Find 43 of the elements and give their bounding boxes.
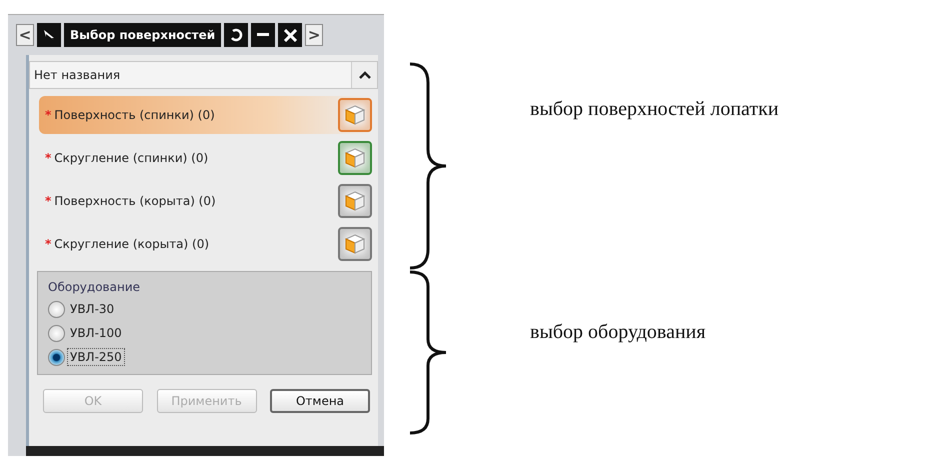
chevron-icon <box>358 71 370 79</box>
previous-button[interactable]: < <box>16 24 34 46</box>
collapse-button[interactable] <box>351 62 377 88</box>
section-title: Нет названия <box>34 68 120 82</box>
close-button[interactable] <box>278 23 302 47</box>
radio-button[interactable] <box>48 324 65 342</box>
select-object-button[interactable] <box>338 98 372 132</box>
close-icon <box>284 28 297 42</box>
select-object-button[interactable] <box>338 227 372 261</box>
group-title: Оборудование <box>48 280 141 294</box>
radio-label: УВЛ-250 <box>67 348 125 366</box>
radio-option[interactable]: УВЛ-30 <box>48 300 363 318</box>
cube-icon <box>344 104 366 126</box>
window-title: Выбор поверхностей <box>64 23 222 47</box>
arrow-icon <box>43 29 55 41</box>
next-button[interactable]: > <box>305 24 324 46</box>
selection-row[interactable]: * Скругление (спинки) (0) <box>39 139 372 177</box>
cube-icon <box>344 190 366 212</box>
minus-icon <box>257 33 270 37</box>
select-object-button[interactable] <box>338 184 372 218</box>
selection-label: * Скругление (корыта) (0) <box>45 237 210 251</box>
radio-option[interactable]: УВЛ-250 <box>48 348 363 366</box>
annotation-text: выбор поверхностей лопатки <box>530 98 779 121</box>
radio-label: УВЛ-30 <box>69 301 116 318</box>
selection-row[interactable]: * Поверхность (спинки) (0) <box>39 96 372 134</box>
annotation-text: выбор оборудования <box>530 321 707 344</box>
reset-button[interactable] <box>224 23 248 47</box>
rotate-icon <box>229 28 244 42</box>
radio-label: УВЛ-100 <box>69 325 123 342</box>
dialog-button[interactable]: Отмена <box>270 389 370 413</box>
minimize-button[interactable] <box>251 23 276 47</box>
selection-label: * Поверхность (корыта) (0) <box>45 194 216 208</box>
cube-icon <box>344 147 366 169</box>
cube-icon <box>344 233 366 255</box>
selection-label: * Скругление (спинки) (0) <box>45 151 208 165</box>
selection-row[interactable]: * Поверхность (корыта) (0) <box>39 182 372 220</box>
pin-button[interactable] <box>37 23 61 47</box>
selection-label: * Поверхность (спинки) (0) <box>45 108 215 122</box>
select-object-button[interactable] <box>338 141 372 175</box>
selection-row[interactable]: * Скругление (корыта) (0) <box>39 225 372 263</box>
radio-button[interactable] <box>48 348 65 366</box>
radio-button[interactable] <box>48 300 65 318</box>
radio-option[interactable]: УВЛ-100 <box>48 324 363 342</box>
